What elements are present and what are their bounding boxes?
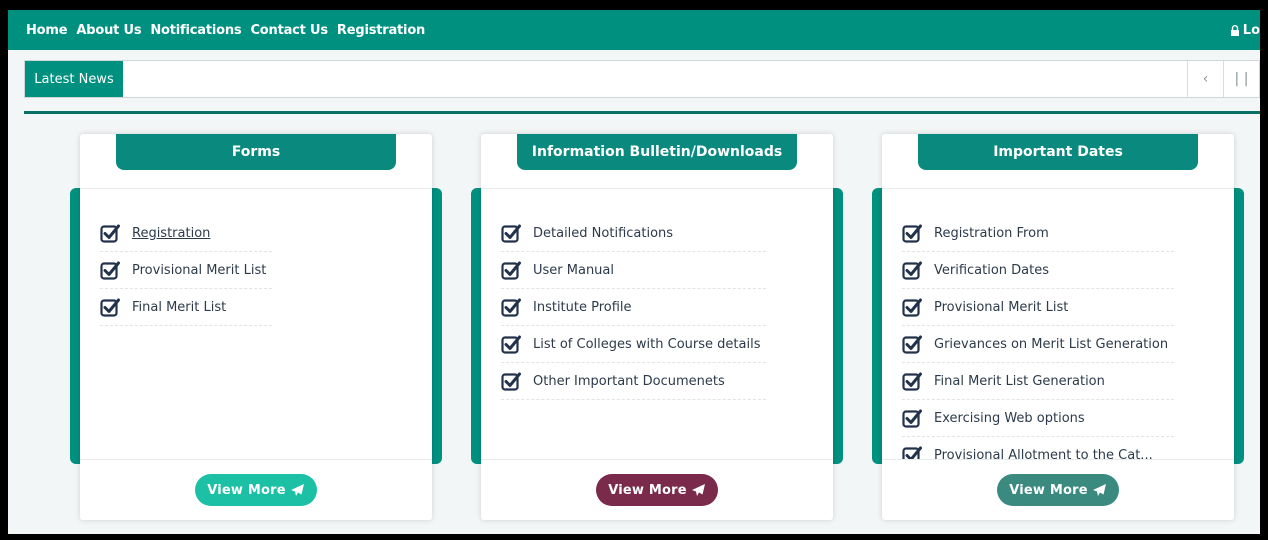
checkbox-checked-icon	[902, 334, 922, 354]
list-item[interactable]: Registration From	[902, 215, 1175, 252]
nav-about-us[interactable]: About Us	[76, 23, 141, 38]
paper-plane-icon	[1092, 484, 1107, 496]
list-item-label: Final Merit List	[132, 299, 227, 315]
list-item-label: List of Colleges with Course details	[533, 336, 761, 352]
list-item-label: Provisional Merit List	[132, 262, 267, 278]
list-item[interactable]: Provisional Allotment to the Cat...	[902, 437, 1174, 460]
paper-plane-icon	[691, 484, 706, 496]
list-item-label: Provisional Merit List	[934, 299, 1069, 315]
checkbox-checked-icon	[902, 260, 922, 280]
checkbox-checked-icon	[501, 371, 521, 391]
checkbox-checked-icon	[501, 223, 521, 243]
list-item-label: Exercising Web options	[934, 410, 1085, 426]
news-pause-button[interactable]: | |	[1223, 61, 1259, 97]
list-item-label: Registration From	[934, 225, 1049, 241]
top-navbar: Home About Us Notifications Contact Us R…	[8, 10, 1260, 50]
panel-items: Registration From Verification Dates Provi…	[902, 215, 1175, 460]
list-item[interactable]: Grievances on Merit List Generation	[902, 326, 1175, 363]
checkbox-checked-icon	[100, 260, 120, 280]
view-more-button[interactable]: View More	[596, 474, 718, 506]
divider	[24, 111, 1260, 114]
checkbox-checked-icon	[100, 297, 120, 317]
checkbox-checked-icon	[902, 445, 922, 459]
list-item-label: Grievances on Merit List Generation	[934, 336, 1169, 352]
list-item-label: Detailed Notifications	[533, 225, 674, 241]
view-more-label: View More	[207, 482, 286, 498]
list-item[interactable]: Final Merit List Generation	[902, 363, 1175, 400]
list-item[interactable]: User Manual	[501, 252, 767, 289]
list-item-label: Final Merit List Generation	[934, 373, 1105, 389]
list-item[interactable]: Institute Profile	[501, 289, 767, 326]
list-item[interactable]: Exercising Web options	[902, 400, 1175, 437]
list-item-label: Registration	[132, 225, 211, 241]
list-item[interactable]: Provisional Merit List	[902, 289, 1175, 326]
nav-links: Home About Us Notifications Contact Us R…	[8, 23, 434, 38]
panel-title: Information Bulletin/Downloads	[517, 134, 797, 170]
view-more-button[interactable]: View More	[195, 474, 317, 506]
list-item[interactable]: Other Important Documenets	[501, 363, 767, 400]
checkbox-checked-icon	[100, 223, 120, 243]
checkbox-checked-icon	[902, 408, 922, 428]
checkbox-checked-icon	[902, 297, 922, 317]
news-label: Latest News	[25, 61, 123, 97]
checkbox-checked-icon	[902, 223, 922, 243]
checkbox-checked-icon	[501, 297, 521, 317]
list-item[interactable]: Verification Dates	[902, 252, 1175, 289]
nav-registration[interactable]: Registration	[337, 23, 425, 38]
panel-important-dates: Registration From Verification Dates Provi…	[872, 134, 1244, 520]
list-item[interactable]: List of Colleges with Course details	[501, 326, 767, 363]
view-more-label: View More	[608, 482, 687, 498]
lock-icon	[1230, 24, 1240, 36]
list-item[interactable]: Registration	[100, 215, 273, 252]
checkbox-checked-icon	[501, 334, 521, 354]
panel-information-bulletin: Detailed Notifications User Manual Institu…	[471, 134, 843, 520]
panel-list: Registration From Verification Dates Provi…	[882, 188, 1234, 460]
login-link[interactable]: Lo	[1230, 10, 1260, 50]
news-prev-button[interactable]: ‹	[1187, 61, 1223, 97]
nav-home[interactable]: Home	[26, 23, 68, 38]
page-frame: Home About Us Notifications Contact Us R…	[8, 10, 1260, 534]
paper-plane-icon	[290, 484, 305, 496]
panel-items: Registration Provisional Merit List Final …	[100, 215, 273, 326]
list-item-label: Institute Profile	[533, 299, 632, 315]
news-ticker: Latest News ‹ | |	[24, 60, 1260, 98]
panel-list: Detailed Notifications User Manual Institu…	[481, 188, 833, 460]
list-item[interactable]: Final Merit List	[100, 289, 273, 326]
list-item[interactable]: Provisional Merit List	[100, 252, 273, 289]
login-label: Lo	[1242, 22, 1260, 38]
panel-title: Important Dates	[918, 134, 1198, 170]
panel-forms: Registration Provisional Merit List Final …	[70, 134, 442, 520]
panel-title: Forms	[116, 134, 396, 170]
panel-items: Detailed Notifications User Manual Institu…	[501, 215, 767, 400]
list-item[interactable]: Detailed Notifications	[501, 215, 767, 252]
list-item-label: Other Important Documenets	[533, 373, 725, 389]
view-more-button[interactable]: View More	[997, 474, 1119, 506]
nav-contact-us[interactable]: Contact Us	[250, 23, 328, 38]
list-item-label: Verification Dates	[934, 262, 1050, 278]
checkbox-checked-icon	[501, 260, 521, 280]
list-item-label: User Manual	[533, 262, 615, 278]
view-more-label: View More	[1009, 482, 1088, 498]
checkbox-checked-icon	[902, 371, 922, 391]
panel-list: Registration Provisional Merit List Final …	[80, 188, 432, 460]
list-item-label: Provisional Allotment to the Cat...	[934, 447, 1153, 460]
nav-notifications[interactable]: Notifications	[150, 23, 241, 38]
